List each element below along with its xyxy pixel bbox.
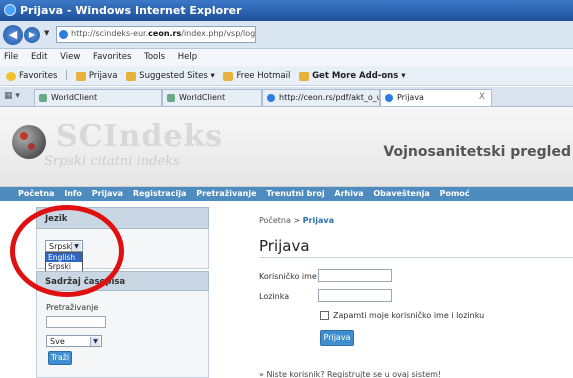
nav-arhiva[interactable]: Arhiva — [334, 189, 363, 198]
fav-addons-label: Get More Add-ons ▾ — [312, 70, 406, 81]
nav-pocetna[interactable]: Početna — [18, 189, 54, 198]
breadcrumb: Početna > Prijava — [259, 216, 334, 225]
breadcrumb-separator: > — [293, 216, 301, 225]
annotation-circle — [10, 205, 124, 297]
username-input[interactable] — [318, 269, 392, 282]
scindeks-logo-icon — [12, 125, 46, 159]
history-dropdown-icon[interactable]: ▼ — [44, 29, 49, 37]
url-domain: ceon.rs — [148, 29, 182, 38]
menu-view[interactable]: View — [60, 52, 80, 62]
journal-search-input[interactable] — [46, 316, 106, 328]
window-titlebar: Prijava - Windows Internet Explorer — [0, 0, 573, 21]
nav-pretrazivanje[interactable]: Pretraživanje — [196, 189, 256, 198]
tab-label: WorldClient — [51, 93, 98, 102]
fav-prijava-label: Prijava — [88, 70, 118, 81]
search-button[interactable]: Traži — [48, 351, 72, 365]
fav-suggested-label: Suggested Sites ▾ — [139, 70, 215, 81]
page-title: Prijava — [259, 237, 310, 255]
nav-registracija[interactable]: Registracija — [133, 189, 187, 198]
tab-worldclient-2[interactable]: WorldClient — [162, 89, 262, 106]
url-field[interactable]: http://scindeks-eur.ceon.rs/index.php/vs… — [56, 26, 256, 43]
register-link[interactable]: » Niste korisnik? Registrujte se u ovaj … — [259, 370, 441, 378]
ie-page-icon — [385, 94, 393, 102]
address-bar: ◀ ▶ ▼ http://scindeks-eur.ceon.rs/index.… — [0, 21, 573, 49]
favorites-button[interactable]: Favorites — [6, 71, 57, 81]
tab-worldclient-1[interactable]: WorldClient — [34, 89, 162, 106]
tab-label: WorldClient — [179, 93, 226, 102]
favorites-bar: Favorites Prijava Suggested Sites ▾ Free… — [0, 66, 573, 86]
menu-file[interactable]: File — [4, 52, 18, 62]
tab-prijava[interactable]: Prijava X — [380, 89, 492, 106]
back-arrow-icon[interactable]: ◀ — [3, 25, 23, 45]
nav-trenutni-broj[interactable]: Trenutni broj — [266, 189, 324, 198]
logo-subtitle: Srpski citatni indeks — [44, 154, 180, 169]
fav-get-addons[interactable]: Get More Add-ons ▾ — [299, 70, 406, 81]
ie-logo-icon — [4, 4, 16, 16]
site-banner: SCIndeks Srpski citatni indeks Vojnosani… — [0, 107, 573, 187]
menu-edit[interactable]: Edit — [31, 52, 47, 62]
scope-selected: Sve — [50, 337, 65, 346]
ie-page-icon — [267, 94, 275, 102]
breadcrumb-current[interactable]: Prijava — [303, 216, 334, 225]
quick-tabs-icon[interactable]: ▦ ▾ — [4, 91, 20, 101]
fav-hotmail-label: Free Hotmail — [236, 70, 291, 81]
url-prefix: http://scindeks-eur. — [71, 29, 149, 38]
fav-prijava[interactable]: Prijava — [75, 70, 118, 81]
chevron-down-icon: ▼ — [90, 337, 100, 346]
main-nav: Početna Info Prijava Registracija Pretra… — [0, 187, 573, 201]
favorites-label: Favorites — [19, 70, 58, 81]
logo-title: SCIndeks — [56, 119, 224, 154]
breadcrumb-home[interactable]: Početna — [259, 216, 291, 225]
menu-tools[interactable]: Tools — [144, 52, 165, 62]
worldclient-icon — [167, 94, 175, 102]
login-button[interactable]: Prijava — [320, 330, 354, 346]
remember-label: Zapamti moje korisničko ime i lozinku — [333, 311, 485, 320]
divider — [259, 257, 573, 258]
tab-bar: ▦ ▾ WorldClient WorldClient http://ceon.… — [0, 87, 573, 107]
password-input[interactable] — [318, 289, 392, 302]
nav-info[interactable]: Info — [64, 189, 82, 198]
url-suffix: /index.php/vsp/login — [181, 29, 256, 38]
search-label: Pretraživanje — [46, 303, 99, 312]
nav-obavestenja[interactable]: Obaveštenja — [373, 189, 429, 198]
tab-ceon-pdf[interactable]: http://ceon.rs/pdf/akt_o_ur... — [262, 89, 380, 106]
nav-pomoc[interactable]: Pomoć — [440, 189, 470, 198]
page-favicon-icon — [59, 30, 68, 39]
journal-title: Vojnosanitetski pregled — [383, 144, 571, 160]
fav-free-hotmail[interactable]: Free Hotmail — [223, 71, 290, 81]
nav-prijava[interactable]: Prijava — [92, 189, 123, 198]
menu-bar: File Edit View Favorites Tools Help — [0, 49, 573, 66]
search-scope-select[interactable]: Sve ▼ — [46, 335, 102, 347]
forward-arrow-icon[interactable]: ▶ — [24, 27, 40, 43]
worldclient-icon — [39, 94, 47, 102]
tab-label: Prijava — [397, 93, 424, 102]
fav-suggested-sites[interactable]: Suggested Sites ▾ — [126, 71, 215, 81]
menu-help[interactable]: Help — [178, 52, 197, 62]
password-label: Lozinka — [259, 292, 290, 301]
close-tab-icon[interactable]: X — [479, 92, 485, 102]
username-label: Korisničko ime — [259, 272, 317, 281]
window-title: Prijava - Windows Internet Explorer — [20, 4, 242, 17]
tab-label: http://ceon.rs/pdf/akt_o_ur... — [279, 93, 380, 102]
menu-favorites[interactable]: Favorites — [93, 52, 131, 62]
remember-checkbox[interactable] — [320, 311, 329, 320]
divider — [66, 70, 68, 80]
